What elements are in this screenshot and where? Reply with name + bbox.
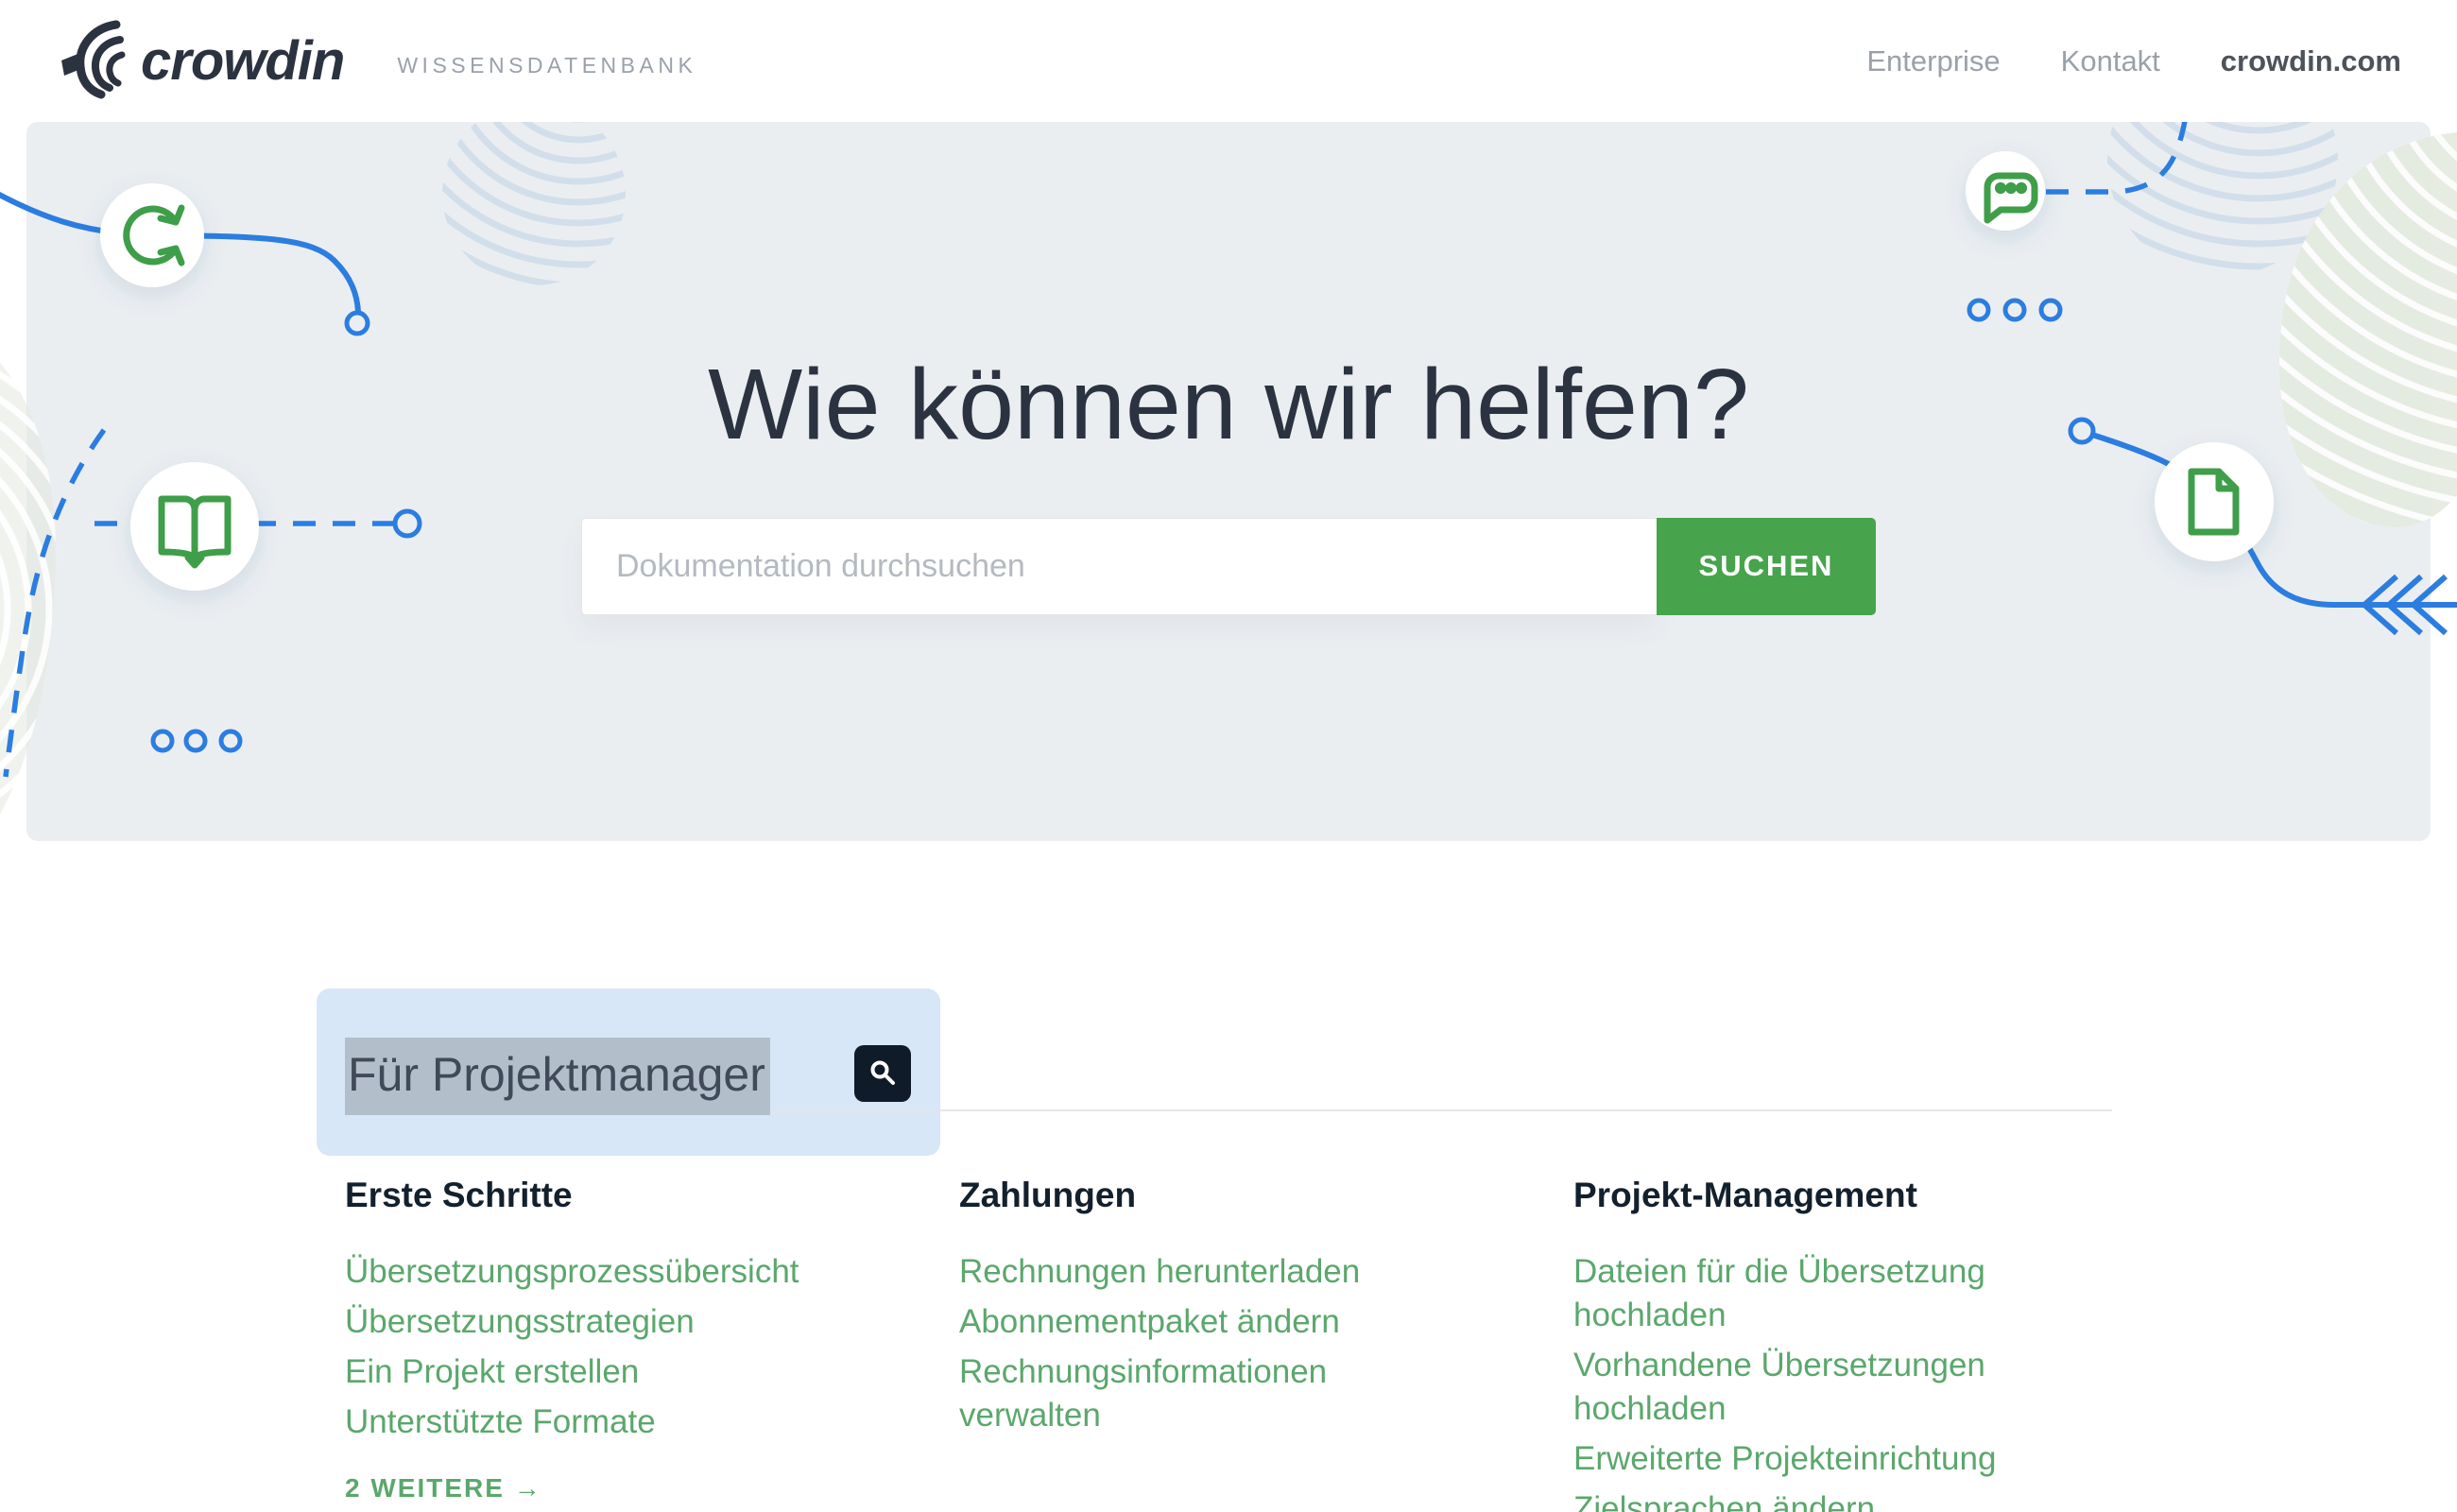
list-item: Zielsprachen ändern xyxy=(1573,1487,2088,1512)
column-erste-schritte: Erste Schritte Übersetzungsprozessübersi… xyxy=(345,1172,884,1512)
kb-link[interactable]: Unterstützte Formate xyxy=(345,1403,656,1440)
link-columns: Erste Schritte Übersetzungsprozessübersi… xyxy=(345,1172,2112,1512)
column-heading: Erste Schritte xyxy=(345,1172,884,1218)
more-link[interactable]: 2 WEITERE → xyxy=(345,1473,542,1503)
kb-link[interactable]: Ein Projekt erstellen xyxy=(345,1353,639,1390)
list-item: Unterstützte Formate xyxy=(345,1400,860,1444)
kb-link[interactable]: Zielsprachen ändern xyxy=(1573,1490,1875,1512)
search-selection-button[interactable] xyxy=(854,1045,911,1102)
kb-link[interactable]: Rechnungsinformationen verwalten xyxy=(959,1353,1327,1434)
list-item: Übersetzungsprozessübersicht xyxy=(345,1250,860,1294)
nav-links: Enterprise Kontakt crowdin.com xyxy=(1866,44,2401,78)
nav-link-enterprise[interactable]: Enterprise xyxy=(1866,44,2000,78)
list-item: Vorhandene Übersetzungen hochladen xyxy=(1573,1344,2088,1431)
kb-link[interactable]: Vorhandene Übersetzungen hochladen xyxy=(1573,1347,1985,1427)
list-item: Dateien für die Übersetzung hochladen xyxy=(1573,1250,2088,1337)
list-item: Abonnementpaket ändern xyxy=(959,1300,1474,1344)
column-heading: Projekt-Management xyxy=(1573,1172,2112,1218)
kb-link[interactable]: Abonnementpaket ändern xyxy=(959,1303,1340,1340)
section-title: Für Projektmanager xyxy=(345,1038,770,1115)
crowdin-swirl-icon xyxy=(56,13,133,109)
kb-link[interactable]: Übersetzungsprozessübersicht xyxy=(345,1253,799,1290)
site-subtitle: WISSENSDATENBANK xyxy=(397,43,696,78)
top-navbar: crowdin WISSENSDATENBANK Enterprise Kont… xyxy=(0,0,2457,122)
list-item: Rechnungsinformationen verwalten xyxy=(959,1350,1474,1437)
column-projekt-management: Projekt-Management Dateien für die Übers… xyxy=(1573,1172,2112,1512)
search-button[interactable]: SUCHEN xyxy=(1657,518,1876,615)
logo-wordmark: crowdin xyxy=(141,29,344,93)
magnifier-icon xyxy=(868,1058,897,1090)
list-item: Rechnungen herunterladen xyxy=(959,1250,1474,1294)
search-bar: SUCHEN xyxy=(0,518,2457,615)
nav-link-crowdin-com[interactable]: crowdin.com xyxy=(2221,44,2401,78)
knowledge-base-section: Für Projektmanager Erste Schritte Überse… xyxy=(345,841,2112,1512)
kb-link[interactable]: Rechnungen herunterladen xyxy=(959,1253,1360,1290)
kb-link[interactable]: Erweiterte Projekteinrichtung xyxy=(1573,1440,1996,1477)
list-item: Übersetzungsstrategien xyxy=(345,1300,860,1344)
kb-link[interactable]: Dateien für die Übersetzung hochladen xyxy=(1573,1253,1985,1333)
search-input[interactable] xyxy=(581,518,1657,615)
crowdin-logo[interactable]: crowdin xyxy=(56,13,344,109)
column-zahlungen: Zahlungen Rechnungen herunterladen Abonn… xyxy=(959,1172,1498,1512)
nav-link-kontakt[interactable]: Kontakt xyxy=(2061,44,2160,78)
column-heading: Zahlungen xyxy=(959,1172,1498,1218)
list-item: Erweiterte Projekteinrichtung xyxy=(1573,1437,2088,1481)
list-item: Ein Projekt erstellen xyxy=(345,1350,860,1394)
hero-section: Wie können wir helfen? SUCHEN xyxy=(0,122,2457,841)
kb-link[interactable]: Übersetzungsstrategien xyxy=(345,1303,695,1340)
section-title-row: Für Projektmanager xyxy=(345,988,2112,1156)
hero-heading: Wie können wir helfen? xyxy=(0,122,2457,463)
selected-title-text: Für Projektmanager xyxy=(345,1038,770,1115)
